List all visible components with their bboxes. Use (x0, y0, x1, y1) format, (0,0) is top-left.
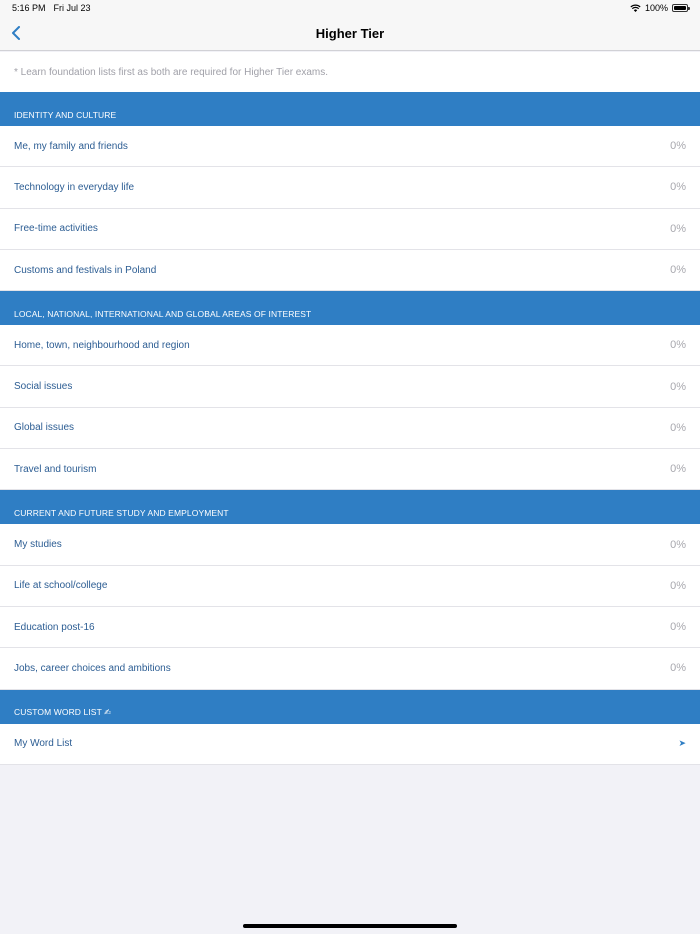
list-item[interactable]: Technology in everyday life 0% (0, 167, 700, 209)
progress-value: 0% (670, 463, 686, 476)
progress-value: 0% (670, 621, 686, 634)
list-item-label: Global issues (14, 422, 75, 434)
list-item-label: My Word List (14, 738, 73, 750)
page-title: Higher Tier (315, 25, 385, 41)
list-item-label: Life at school/college (14, 580, 108, 592)
progress-value: 0% (670, 181, 686, 194)
progress-value: 0% (670, 538, 686, 551)
progress-value: 0% (670, 662, 686, 675)
progress-value: 0% (670, 222, 686, 235)
section-header-study-employment: CURRENT AND FUTURE STUDY AND EMPLOYMENT (0, 490, 700, 525)
list-item-label: Free-time activities (14, 223, 98, 235)
list-item[interactable]: Jobs, career choices and ambitions 0% (0, 648, 700, 690)
section-header-custom-word-list: CUSTOM WORD LIST ✍ (0, 689, 700, 724)
list-item-label: Jobs, career choices and ambitions (14, 662, 171, 674)
nav-bar: Higher Tier (0, 16, 700, 51)
list-item[interactable]: Me, my family and friends 0% (0, 126, 700, 168)
list-item[interactable]: Home, town, neighbourhood and region 0% (0, 325, 700, 367)
list-item-label: Home, town, neighbourhood and region (14, 339, 190, 351)
info-note: * Learn foundation lists first as both a… (0, 52, 700, 92)
progress-value: 0% (670, 579, 686, 592)
list-item-label: Me, my family and friends (14, 140, 128, 152)
chevron-left-icon (12, 26, 20, 40)
status-date: Fri Jul 23 (53, 3, 91, 13)
list-item-label: Customs and festivals in Poland (14, 264, 157, 276)
status-right: 100% (630, 3, 690, 13)
list-item-label: Social issues (14, 381, 73, 393)
list-item-my-word-list[interactable]: My Word List ➤ (0, 723, 700, 765)
list-item-label: Technology in everyday life (14, 181, 135, 193)
section-header-areas-of-interest: LOCAL, NATIONAL, INTERNATIONAL AND GLOBA… (0, 291, 700, 326)
list-item[interactable]: My studies 0% (0, 524, 700, 566)
battery-percent: 100% (644, 3, 668, 13)
status-time: 5:16 PM (12, 3, 46, 13)
battery-icon (672, 4, 690, 12)
progress-value: 0% (670, 140, 686, 153)
wifi-icon (630, 4, 641, 12)
list-item[interactable]: Life at school/college 0% (0, 565, 700, 607)
progress-value: 0% (670, 264, 686, 277)
list-item[interactable]: Travel and tourism 0% (0, 449, 700, 491)
progress-value: 0% (670, 421, 686, 434)
home-indicator[interactable] (243, 924, 457, 928)
list-item-label: My studies (14, 539, 62, 551)
back-button[interactable] (6, 22, 26, 44)
list-item[interactable]: Education post-16 0% (0, 606, 700, 649)
list-content: * Learn foundation lists first as both a… (0, 52, 700, 765)
list-item[interactable]: Free-time activities 0% (0, 208, 700, 250)
arrow-right-icon: ➤ (678, 738, 686, 749)
list-item-label: Travel and tourism (14, 463, 97, 475)
list-item[interactable]: Global issues 0% (0, 407, 700, 450)
status-bar: 5:16 PM Fri Jul 23 100% (0, 0, 700, 16)
section-header-identity: IDENTITY AND CULTURE (0, 92, 700, 126)
progress-value: 0% (670, 380, 686, 393)
list-item[interactable]: Social issues 0% (0, 366, 700, 408)
progress-value: 0% (670, 339, 686, 352)
list-item[interactable]: Customs and festivals in Poland 0% (0, 249, 700, 292)
list-item-label: Education post-16 (14, 621, 95, 633)
